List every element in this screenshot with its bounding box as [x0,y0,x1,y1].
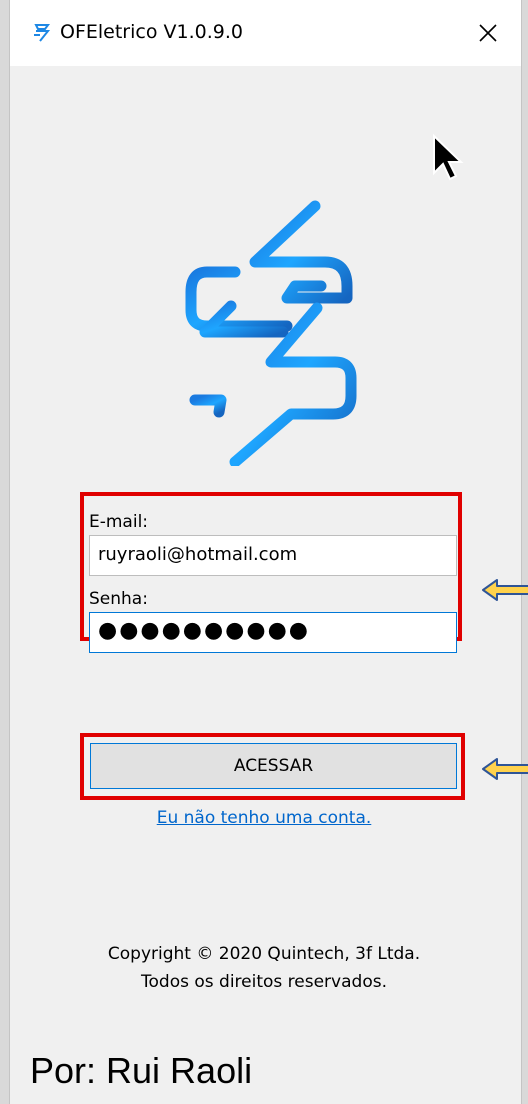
no-account-link[interactable]: Eu não tenho uma conta. [0,808,528,828]
mouse-cursor-icon [433,133,464,181]
app-logo [185,200,357,466]
window-titlebar: OFEletrico V1.0.9.0 [10,0,521,66]
email-label: E-mail: [89,512,149,532]
rights-text: Todos os direitos reservados. [141,972,387,992]
app-icon [34,24,51,42]
author-caption: Por: Rui Raoli [30,1050,253,1091]
password-label: Senha: [89,589,148,609]
copyright-text: Copyright © 2020 Quintech, 3f Ltda. [107,944,421,964]
window-title: OFEletrico V1.0.9.0 [60,21,243,43]
annotation-arrow-icon [482,758,528,780]
acessar-button[interactable]: ACESSAR [90,743,457,789]
right-window-edge [521,0,528,1104]
annotation-arrow-icon [482,579,528,601]
password-field[interactable]: ●●●●●●●●●● [89,612,457,653]
close-icon[interactable] [474,19,502,47]
email-field[interactable]: ruyraoli@hotmail.com [89,535,457,576]
left-window-edge [0,0,10,1104]
